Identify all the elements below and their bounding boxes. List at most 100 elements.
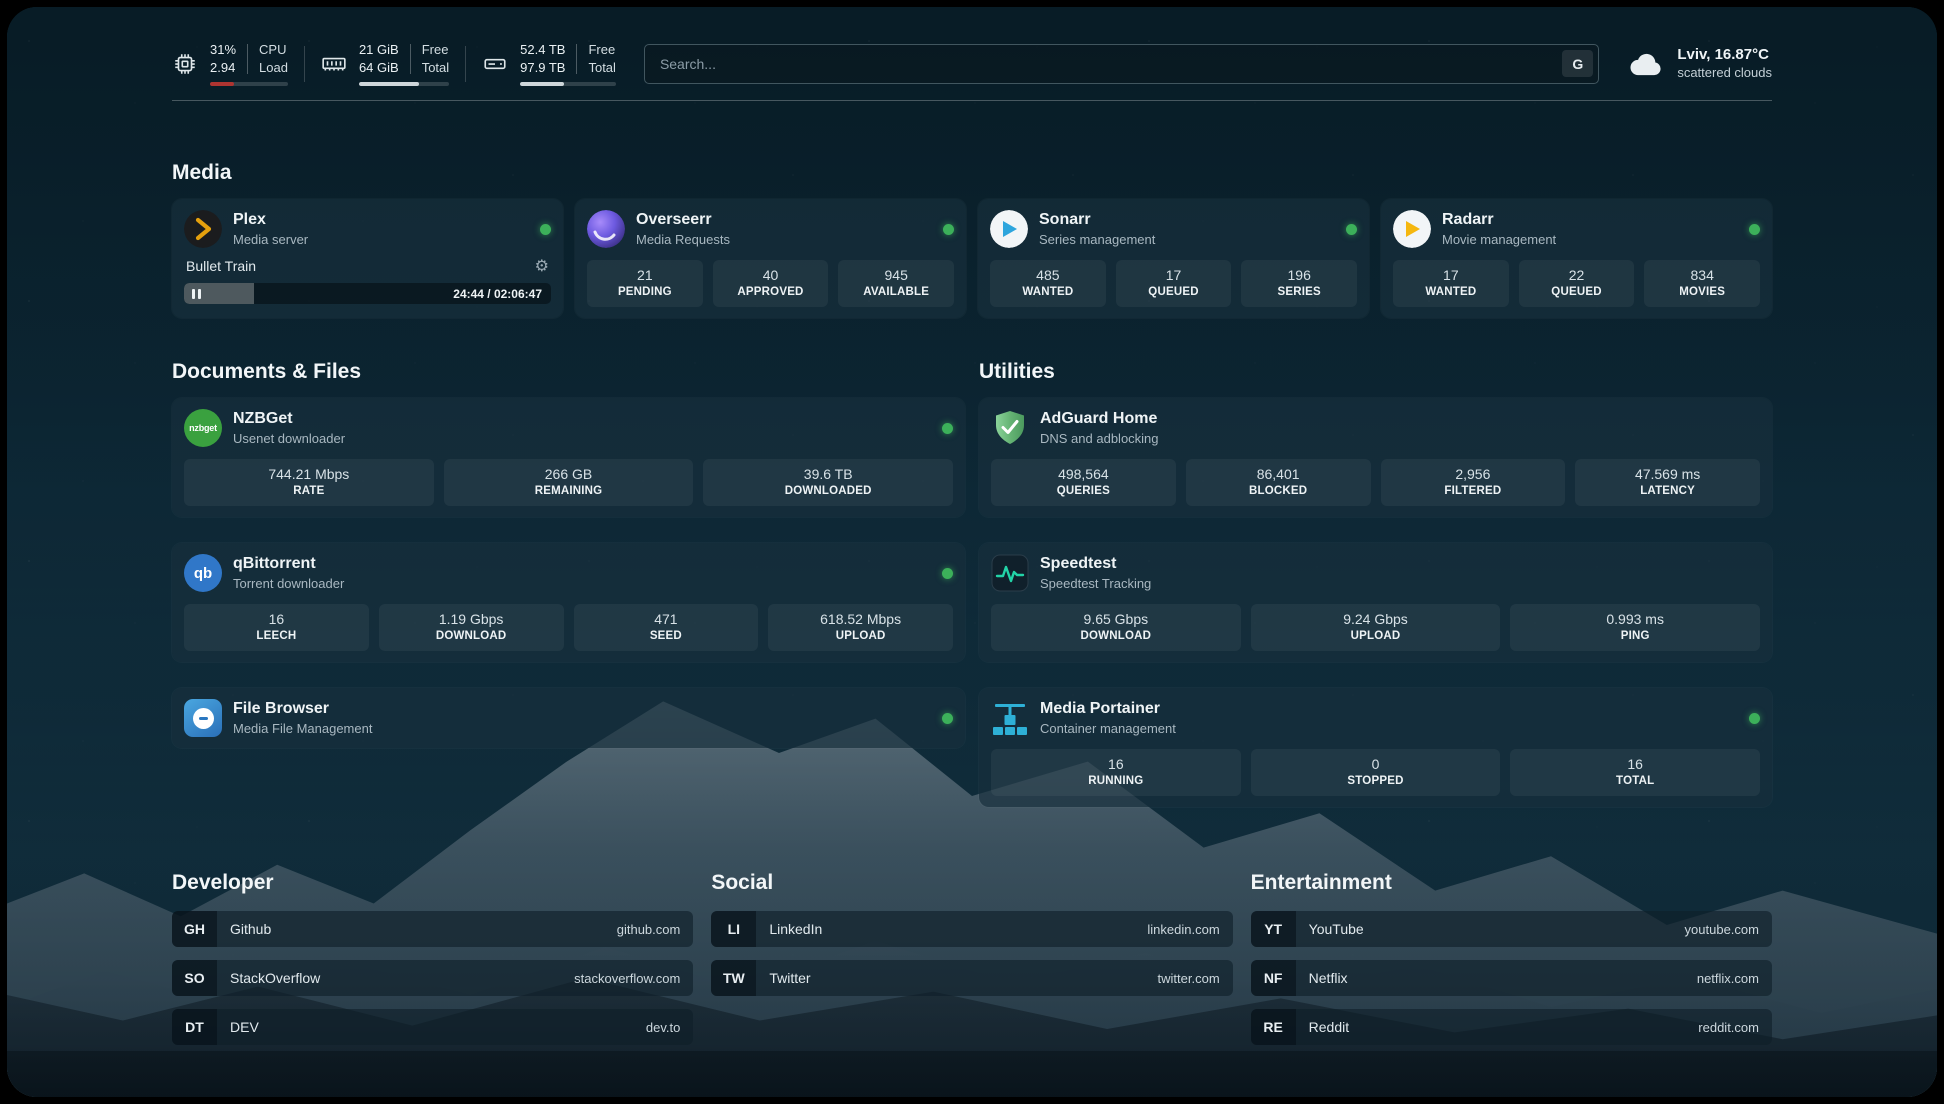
hard-drive-icon [482,51,508,77]
stat-rate: 744.21 Mbps RATE [184,459,434,506]
stat-label: BLOCKED [1188,485,1369,497]
nzbget-card[interactable]: nzbget NZBGet Usenet downloader 744.21 M… [172,398,965,517]
cpu-usage-value: 31% [210,41,236,59]
ram-label-2: Total [422,59,449,77]
stat-label: QUEUED [1521,286,1633,298]
stat-value: 16 [186,611,367,627]
dashboard-screen: 31% 2.94 CPU Load [7,7,1937,1097]
stat-value: 945 [840,267,952,283]
dashboard-content: 31% 2.94 CPU Load [172,7,1772,1045]
search-engine-button[interactable]: G [1562,50,1593,77]
disk-label-1: Free [588,41,615,59]
app-description: Usenet downloader [233,431,345,446]
stat-running: 16 RUNNING [991,749,1241,796]
stat-value: 834 [1646,267,1758,283]
stat-download: 9.65 Gbps DOWNLOAD [991,604,1241,651]
section-developer: Developer GH Github github.com SO StackO… [172,871,693,1045]
stat-label: QUERIES [993,485,1174,497]
adguard-card[interactable]: AdGuard Home DNS and adblocking 498,564 … [979,398,1772,517]
stat-value: 0.993 ms [1512,611,1758,627]
bookmark-name: Github [230,921,271,937]
disk-free-value: 52.4 TB [520,41,565,59]
stat-ping: 0.993 ms PING [1510,604,1760,651]
filebrowser-card[interactable]: File Browser Media File Management [172,688,965,748]
speedtest-card[interactable]: Speedtest Speedtest Tracking 9.65 Gbps D… [979,543,1772,662]
stat-label: RATE [186,485,432,497]
stat-value: 196 [1243,267,1355,283]
stat-queued: 17 QUEUED [1116,260,1232,307]
stat-value: 21 [589,267,701,283]
app-description: Movie management [1442,232,1556,247]
bookmark-abbr: YT [1251,911,1296,947]
radarr-card[interactable]: Radarr Movie management 17 WANTED 22 QUE… [1381,199,1772,318]
sonarr-card[interactable]: Sonarr Series management 485 WANTED 17 Q… [978,199,1369,318]
stat-value: 9.24 Gbps [1253,611,1499,627]
stat-wanted: 485 WANTED [990,260,1106,307]
stat-downloaded: 39.6 TB DOWNLOADED [703,459,953,506]
stat-label: PING [1512,630,1758,642]
app-name: Media Portainer [1040,700,1176,718]
cpu-usage-bar [210,82,288,86]
stat-value: 471 [576,611,757,627]
stat-value: 266 GB [446,466,692,482]
section-utilities: Utilities AdGuard Home [979,360,1772,807]
entertainment-section-title: Entertainment [1251,871,1772,895]
top-bar: 31% 2.94 CPU Load [172,41,1772,86]
bookmark-dev[interactable]: DT DEV dev.to [172,1009,693,1045]
stat-series: 196 SERIES [1241,260,1357,307]
stat-value: 485 [992,267,1104,283]
bookmark-abbr: RE [1251,1009,1296,1045]
divider [576,44,577,74]
stat-label: PENDING [589,286,701,298]
header-divider [172,100,1772,101]
stat-value: 17 [1118,267,1230,283]
cpu-load-value: 2.94 [210,59,236,77]
bookmark-github[interactable]: GH Github github.com [172,911,693,947]
bookmark-linkedin[interactable]: LI LinkedIn linkedin.com [711,911,1232,947]
bookmark-reddit[interactable]: RE Reddit reddit.com [1251,1009,1772,1045]
qbittorrent-card[interactable]: qb qBittorrent Torrent downloader 16 LEE… [172,543,965,662]
bookmark-youtube[interactable]: YT YouTube youtube.com [1251,911,1772,947]
plex-card[interactable]: Plex Media server Bullet Train ⚙ 24:44 /… [172,199,563,318]
stat-stopped: 0 STOPPED [1251,749,1501,796]
cpu-label-2: Load [259,59,288,77]
status-dot [943,224,954,235]
ram-usage-bar [359,82,449,86]
status-dot [1346,224,1357,235]
stat-value: 17 [1395,267,1507,283]
bookmark-stackoverflow[interactable]: SO StackOverflow stackoverflow.com [172,960,693,996]
status-dot [942,713,953,724]
stat-value: 498,564 [993,466,1174,482]
divider [410,44,411,74]
filebrowser-icon [184,699,222,737]
stat-label: TOTAL [1512,775,1758,787]
bookmark-url: stackoverflow.com [574,971,680,986]
stat-label: FILTERED [1383,485,1564,497]
app-name: qBittorrent [233,555,344,573]
stat-remaining: 266 GB REMAINING [444,459,694,506]
stat-value: 16 [993,756,1239,772]
stat-value: 0 [1253,756,1499,772]
portainer-card[interactable]: Media Portainer Container management 16 … [979,688,1772,807]
section-documents: Documents & Files nzbget NZBGet Usenet d… [172,360,965,807]
bookmark-url: linkedin.com [1147,922,1219,937]
search-input[interactable] [658,55,1562,73]
weather-widget: Lviv, 16.87°C scattered clouds [1627,45,1772,81]
stat-label: REMAINING [446,485,692,497]
pause-icon[interactable] [192,289,201,299]
ram-icon [321,51,347,77]
stat-value: 86,401 [1188,466,1369,482]
bookmark-twitter[interactable]: TW Twitter twitter.com [711,960,1232,996]
bookmark-abbr: TW [711,960,756,996]
stat-upload: 9.24 Gbps UPLOAD [1251,604,1501,651]
cpu-icon [172,51,198,77]
stat-label: LATENCY [1577,485,1758,497]
memory-widget: 21 GiB 64 GiB Free Total [321,41,449,86]
bookmark-url: twitter.com [1158,971,1220,986]
bookmark-netflix[interactable]: NF Netflix netflix.com [1251,960,1772,996]
overseerr-card[interactable]: Overseerr Media Requests 21 PENDING 40 A… [575,199,966,318]
disk-usage-bar [520,82,616,86]
settings-gear-icon[interactable]: ⚙ [535,258,549,274]
app-name: Overseerr [636,211,730,229]
plex-icon [184,210,222,248]
